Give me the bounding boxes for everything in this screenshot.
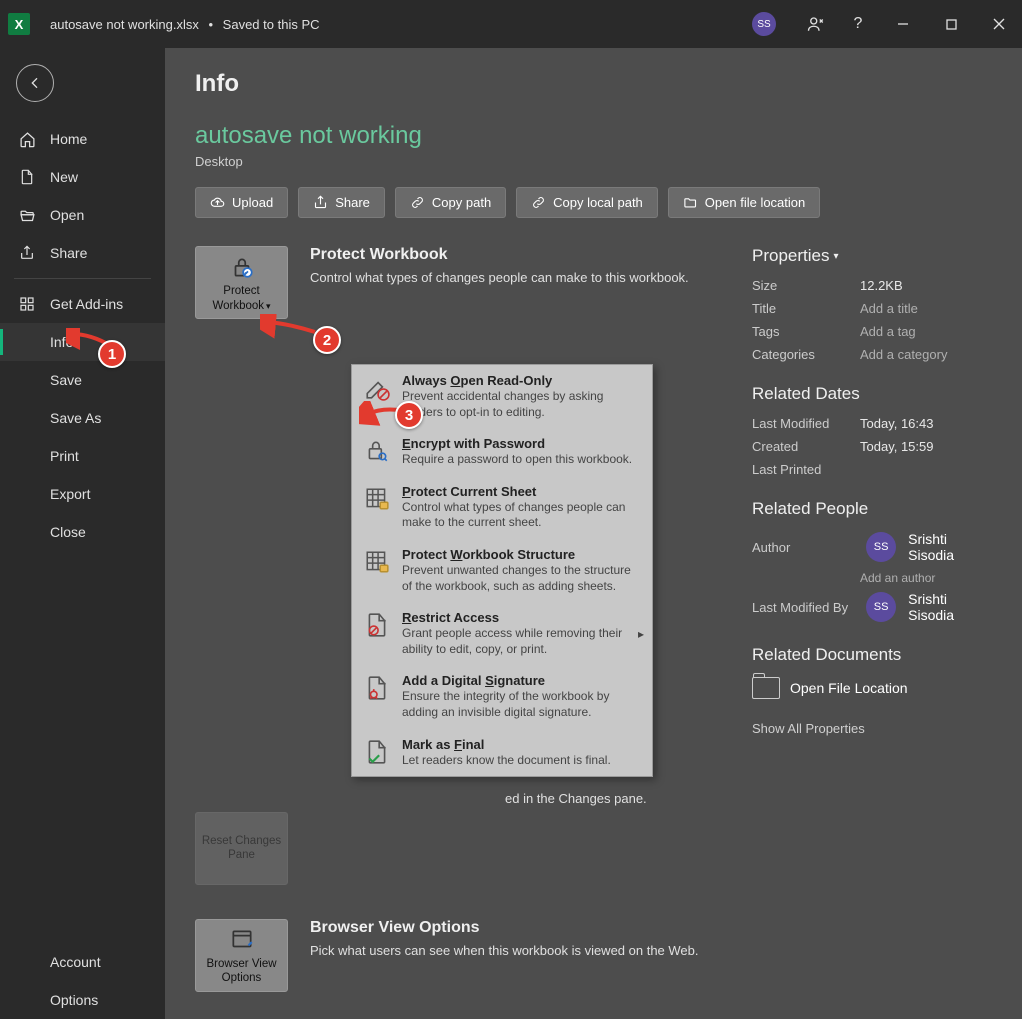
annotation-arrow-2 xyxy=(260,314,320,344)
browser-icon xyxy=(229,925,255,955)
sidebar-item-print[interactable]: Print xyxy=(0,437,165,475)
properties-header[interactable]: Properties▾ xyxy=(752,246,992,266)
annotation-badge-3: 3 xyxy=(395,401,423,429)
avatar[interactable]: SS xyxy=(866,532,896,562)
sidebar-item-save[interactable]: Save xyxy=(0,361,165,399)
user-avatar[interactable]: SS xyxy=(752,12,776,36)
addins-icon xyxy=(18,295,36,313)
browser-desc: Pick what users can see when this workbo… xyxy=(310,942,699,960)
modified-by-row: Last Modified By SS Srishti Sisodia xyxy=(752,591,992,623)
submenu-arrow-icon: ▸ xyxy=(638,627,644,641)
dd-digital-signature[interactable]: Add a Digital SignatureEnsure the integr… xyxy=(352,665,652,728)
prop-size: Size12.2KB xyxy=(752,278,992,293)
backstage-sidebar: Home New Open Share Get Add-ins Info Sav… xyxy=(0,48,165,1019)
coming-soon-icon[interactable] xyxy=(796,6,836,42)
changes-tail: ed in the Changes pane. xyxy=(505,791,730,806)
sheet-lock-icon xyxy=(362,484,392,514)
protect-title: Protect Workbook xyxy=(310,246,689,264)
sidebar-item-label: Open xyxy=(50,207,84,223)
help-icon[interactable]: ? xyxy=(838,6,878,42)
prop-last-printed: Last Printed xyxy=(752,462,992,477)
sidebar-item-label: New xyxy=(50,169,78,185)
open-folder-icon xyxy=(18,206,36,224)
sidebar-item-open[interactable]: Open xyxy=(0,196,165,234)
maximize-button[interactable] xyxy=(928,6,974,42)
filename: autosave not working.xlsx xyxy=(50,17,199,32)
browser-view-options-button[interactable]: Browser View Options xyxy=(195,919,288,992)
final-icon xyxy=(362,737,392,767)
minimize-button[interactable] xyxy=(880,6,926,42)
related-people-header: Related People xyxy=(752,499,992,519)
dd-restrict-access[interactable]: Restrict AccessGrant people access while… xyxy=(352,602,652,665)
sidebar-item-label: Home xyxy=(50,131,87,147)
close-button[interactable] xyxy=(976,6,1022,42)
sidebar-item-saveas[interactable]: Save As xyxy=(0,399,165,437)
sidebar-item-addins[interactable]: Get Add-ins xyxy=(0,285,165,323)
annotation-badge-1: 1 xyxy=(98,340,126,368)
browser-title: Browser View Options xyxy=(310,919,699,937)
open-file-location-link[interactable]: Open File Location xyxy=(752,677,992,699)
lock-search-icon xyxy=(362,436,392,466)
dd-encrypt-password[interactable]: Encrypt with PasswordRequire a password … xyxy=(352,428,652,476)
restrict-icon xyxy=(362,610,392,640)
workbook-lock-icon xyxy=(362,547,392,577)
new-file-icon xyxy=(18,168,36,186)
related-dates-header: Related Dates xyxy=(752,384,992,404)
pencil-deny-icon xyxy=(362,373,392,403)
share-button[interactable]: Share xyxy=(298,187,385,218)
open-file-location-button[interactable]: Open file location xyxy=(668,187,820,218)
sidebar-item-label: Account xyxy=(50,954,101,970)
sidebar-item-home[interactable]: Home xyxy=(0,120,165,158)
prop-title[interactable]: TitleAdd a title xyxy=(752,301,992,316)
sidebar-item-label: Export xyxy=(50,486,90,502)
document-title: autosave not working xyxy=(195,122,992,150)
prop-tags[interactable]: TagsAdd a tag xyxy=(752,324,992,339)
share-icon xyxy=(18,244,36,262)
prop-last-modified: Last ModifiedToday, 16:43 xyxy=(752,416,992,431)
show-all-properties-link[interactable]: Show All Properties xyxy=(752,721,992,736)
save-state: Saved to this PC xyxy=(223,17,320,32)
sidebar-item-new[interactable]: New xyxy=(0,158,165,196)
title-text: autosave not working.xlsx • Saved to thi… xyxy=(50,17,320,32)
sidebar-item-label: Save As xyxy=(50,410,101,426)
page-title: Info xyxy=(195,70,992,98)
sidebar-item-label: Close xyxy=(50,524,86,540)
sidebar-item-label: Options xyxy=(50,992,98,1008)
info-content: Info autosave not working Desktop Upload… xyxy=(165,48,1022,1019)
protect-workbook-button[interactable]: Protect Workbook▾ xyxy=(195,246,288,319)
upload-button[interactable]: Upload xyxy=(195,187,288,218)
sidebar-item-label: Share xyxy=(50,245,87,261)
reset-changes-pane-button[interactable]: Reset Changes Pane xyxy=(195,812,288,885)
add-author-link[interactable]: Add an author xyxy=(860,571,992,585)
copy-path-button[interactable]: Copy path xyxy=(395,187,506,218)
dd-protect-structure[interactable]: Protect Workbook StructurePrevent unwant… xyxy=(352,539,652,602)
home-icon xyxy=(18,130,36,148)
sidebar-item-label: Get Add-ins xyxy=(50,296,123,312)
signature-icon xyxy=(362,673,392,703)
title-bar: X autosave not working.xlsx • Saved to t… xyxy=(0,0,1022,48)
prop-created: CreatedToday, 15:59 xyxy=(752,439,992,454)
author-row: Author SS Srishti Sisodia xyxy=(752,531,992,563)
back-button[interactable] xyxy=(16,64,54,102)
folder-icon xyxy=(752,677,780,699)
copy-local-path-button[interactable]: Copy local path xyxy=(516,187,658,218)
sidebar-item-label: Print xyxy=(50,448,79,464)
avatar[interactable]: SS xyxy=(866,592,896,622)
sidebar-item-options[interactable]: Options xyxy=(0,981,165,1019)
sidebar-item-account[interactable]: Account xyxy=(0,943,165,981)
sidebar-item-share[interactable]: Share xyxy=(0,234,165,272)
sidebar-item-export[interactable]: Export xyxy=(0,475,165,513)
sidebar-item-close[interactable]: Close xyxy=(0,513,165,551)
related-documents-header: Related Documents xyxy=(752,645,992,665)
dd-protect-sheet[interactable]: Protect Current SheetControl what types … xyxy=(352,476,652,539)
annotation-badge-2: 2 xyxy=(313,326,341,354)
lock-icon xyxy=(229,252,255,282)
excel-app-icon: X xyxy=(8,13,30,35)
sidebar-item-label: Save xyxy=(50,372,82,388)
dd-mark-final[interactable]: Mark as FinalLet readers know the docume… xyxy=(352,729,652,777)
document-location: Desktop xyxy=(195,154,992,169)
prop-categories[interactable]: CategoriesAdd a category xyxy=(752,347,992,362)
protect-desc: Control what types of changes people can… xyxy=(310,269,689,287)
